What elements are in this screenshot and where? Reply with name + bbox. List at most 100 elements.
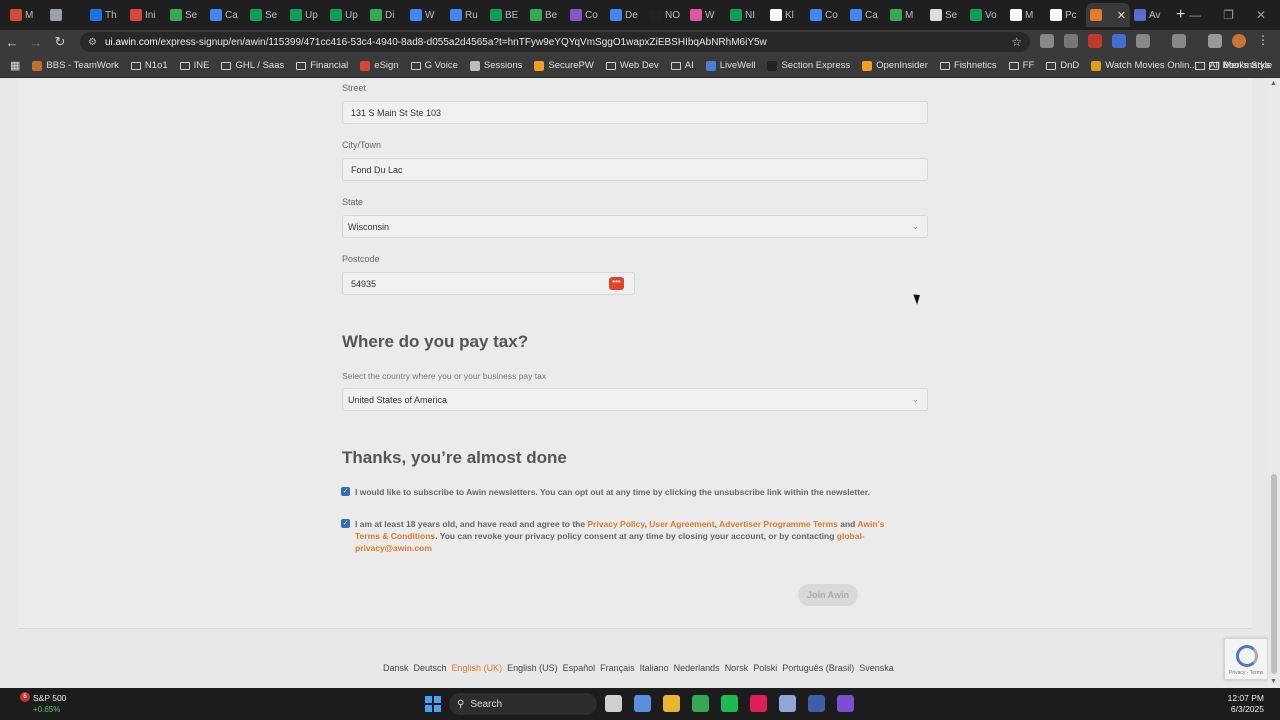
browser-tab[interactable]: NO: [646, 3, 686, 27]
forward-icon[interactable]: →: [24, 35, 48, 50]
bookmark-item[interactable]: N1o1: [130, 60, 168, 71]
language-link[interactable]: Italiano: [640, 663, 669, 673]
windows-start-icon[interactable]: [425, 696, 441, 712]
language-link[interactable]: Dansk: [383, 663, 409, 673]
close-window-icon[interactable]: ✕: [1256, 8, 1266, 22]
browser-tab[interactable]: Co: [566, 3, 606, 27]
browser-tab[interactable]: Kl: [766, 3, 806, 27]
scrollbar-thumb[interactable]: [1271, 474, 1277, 674]
address-bar[interactable]: ⚙ ui.awin.com/express-signup/en/awin/115…: [80, 32, 1030, 52]
browser-tab[interactable]: NI: [726, 3, 766, 27]
file-explorer-icon[interactable]: [663, 695, 680, 712]
browser-tab[interactable]: [46, 3, 86, 27]
language-link[interactable]: Português (Brasil): [782, 663, 854, 673]
sidebar-icon[interactable]: [1172, 34, 1186, 48]
all-bookmarks[interactable]: All Bookmarks: [1195, 60, 1270, 71]
bookmark-item[interactable]: LiveWell: [705, 60, 755, 71]
puzzle-icon[interactable]: [1136, 34, 1150, 48]
browser-tab[interactable]: Co: [806, 3, 846, 27]
city-input[interactable]: Fond Du Lac: [342, 158, 928, 181]
language-link[interactable]: Svenska: [859, 663, 894, 673]
bookmark-item[interactable]: INE: [179, 60, 209, 71]
browser-tab[interactable]: M: [886, 3, 926, 27]
bookmark-item[interactable]: Web Dev: [605, 60, 659, 71]
language-link[interactable]: Español: [563, 663, 596, 673]
language-link[interactable]: Norsk: [725, 663, 749, 673]
download-icon[interactable]: [1208, 34, 1222, 48]
recaptcha-badge[interactable]: Privacy - Terms: [1224, 638, 1268, 680]
browser-tab[interactable]: Ca: [206, 3, 246, 27]
bookmark-item[interactable]: eSign: [360, 60, 399, 71]
browser-tab[interactable]: Pc: [1046, 3, 1086, 27]
extension-icon[interactable]: [1064, 34, 1078, 48]
browser-tab[interactable]: BE: [486, 3, 526, 27]
slack-icon[interactable]: [750, 695, 767, 712]
app-icon[interactable]: [808, 695, 825, 712]
bookmark-item[interactable]: BBS - TeamWork: [32, 60, 119, 71]
user-agreement-link[interactable]: User Agreement: [649, 519, 714, 529]
language-link[interactable]: Nederlands: [674, 663, 720, 673]
state-select[interactable]: Wisconsin ⌄: [342, 215, 928, 238]
app-icon[interactable]: [837, 695, 854, 712]
bookmark-item[interactable]: SecurePW: [534, 60, 594, 71]
browser-tab[interactable]: ✕: [1086, 3, 1130, 27]
recaptcha-links[interactable]: Privacy - Terms: [1229, 670, 1263, 676]
system-clock[interactable]: 12:07 PM 6/3/2025: [1228, 693, 1264, 715]
taskbar-search[interactable]: ⚲ Search: [449, 693, 597, 715]
browser-tab[interactable]: W: [406, 3, 446, 27]
advertiser-terms-link[interactable]: Advertiser Programme Terms: [719, 519, 838, 529]
browser-tab[interactable]: Av: [1130, 3, 1170, 27]
browser-tab[interactable]: Th: [86, 3, 126, 27]
browser-tab[interactable]: Ca: [846, 3, 886, 27]
browser-tab[interactable]: Be: [526, 3, 566, 27]
bookmark-item[interactable]: Fishnetics: [939, 60, 997, 71]
browser-tab[interactable]: Ini: [126, 3, 166, 27]
site-info-icon[interactable]: ⚙: [88, 37, 97, 48]
browser-tab[interactable]: Se: [926, 3, 966, 27]
restore-icon[interactable]: ❐: [1223, 8, 1234, 22]
browser-tab[interactable]: Vo: [966, 3, 1006, 27]
profile-avatar[interactable]: [1232, 34, 1246, 48]
extension-icon[interactable]: [1112, 34, 1126, 48]
bookmark-item[interactable]: FF: [1008, 60, 1034, 71]
language-link[interactable]: English (UK): [452, 663, 503, 673]
bookmark-item[interactable]: AI: [670, 60, 694, 71]
page-scrollbar[interactable]: ▲ ▼: [1268, 78, 1280, 688]
browser-tab[interactable]: Se: [246, 3, 286, 27]
bookmark-item[interactable]: Section Express: [767, 60, 850, 71]
minimize-icon[interactable]: —: [1189, 8, 1201, 22]
browser-tab[interactable]: De: [606, 3, 646, 27]
browser-tab[interactable]: Up: [326, 3, 366, 27]
chrome-icon[interactable]: [692, 695, 709, 712]
bookmark-item[interactable]: Financial: [296, 60, 348, 71]
postcode-input[interactable]: 54935 •••: [342, 272, 635, 295]
newsletter-checkbox[interactable]: ✓: [341, 487, 350, 496]
settings-icon[interactable]: [779, 695, 796, 712]
task-view-icon[interactable]: [605, 695, 622, 712]
street-input[interactable]: 131 S Main St Ste 103: [342, 101, 928, 124]
bookmark-item[interactable]: Watch Movies Onlin...: [1091, 60, 1197, 71]
camera-icon[interactable]: [1040, 34, 1054, 48]
join-awin-button[interactable]: Join Awin: [798, 584, 858, 606]
reload-icon[interactable]: ↻: [48, 34, 72, 50]
language-link[interactable]: English (US): [507, 663, 558, 673]
language-link[interactable]: Français: [600, 663, 635, 673]
bookmark-item[interactable]: Sessions: [469, 60, 522, 71]
bookmark-star-icon[interactable]: ☆: [1011, 35, 1022, 49]
language-link[interactable]: Deutsch: [414, 663, 447, 673]
terms-checkbox[interactable]: ✓: [341, 519, 350, 528]
apps-grid-icon[interactable]: ▦: [10, 59, 20, 72]
menu-icon[interactable]: ⋮: [1256, 34, 1270, 48]
scroll-up-icon[interactable]: ▲: [1270, 80, 1277, 87]
browser-tab[interactable]: Up: [286, 3, 326, 27]
browser-tab[interactable]: Se: [166, 3, 206, 27]
bookmark-item[interactable]: GHL / Saas: [221, 60, 284, 71]
copilot-icon[interactable]: [634, 695, 651, 712]
back-icon[interactable]: ←: [0, 35, 24, 50]
privacy-policy-link[interactable]: Privacy Policy: [587, 519, 644, 529]
scroll-down-icon[interactable]: ▼: [1270, 678, 1277, 685]
new-tab-button[interactable]: +: [1176, 6, 1185, 24]
browser-tab[interactable]: M: [6, 3, 46, 27]
extension-icon[interactable]: [1088, 34, 1102, 48]
browser-tab[interactable]: Ru: [446, 3, 486, 27]
